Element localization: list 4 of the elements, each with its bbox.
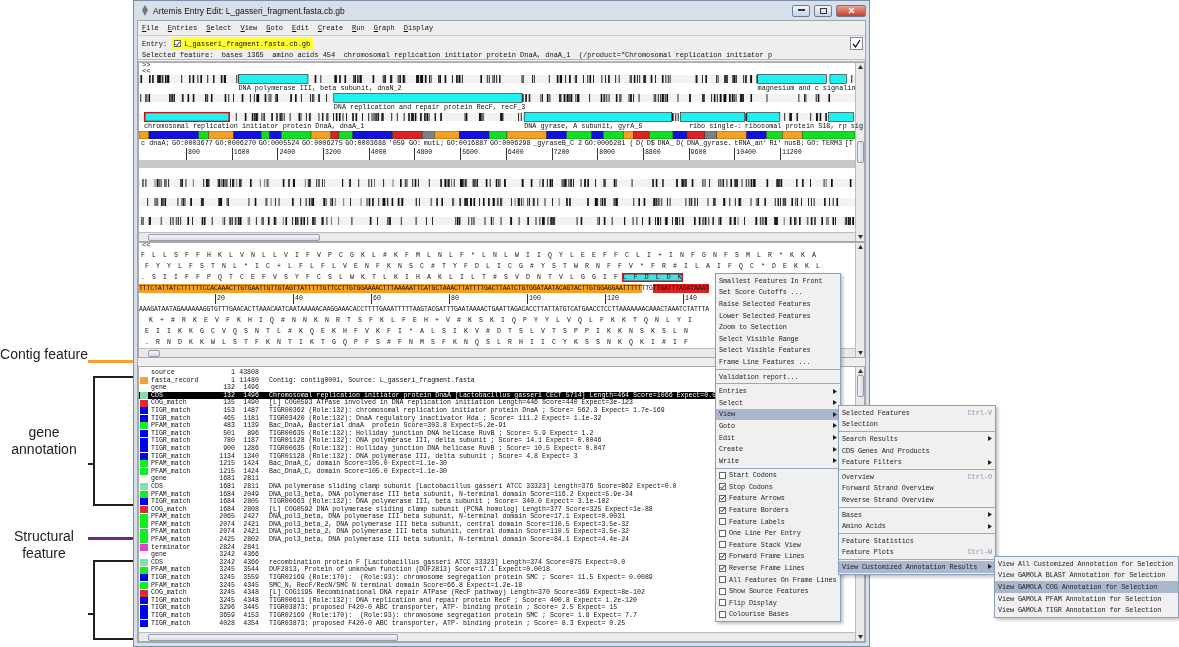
annotation-label: Structural feature <box>13 528 75 562</box>
window-title: Artemis Entry Edit: L_gasseri_fragment.fasta.cb.gb <box>153 5 346 16</box>
annotation-label: Contig feature <box>0 345 88 363</box>
annotation-label: gene annotation <box>10 424 78 458</box>
